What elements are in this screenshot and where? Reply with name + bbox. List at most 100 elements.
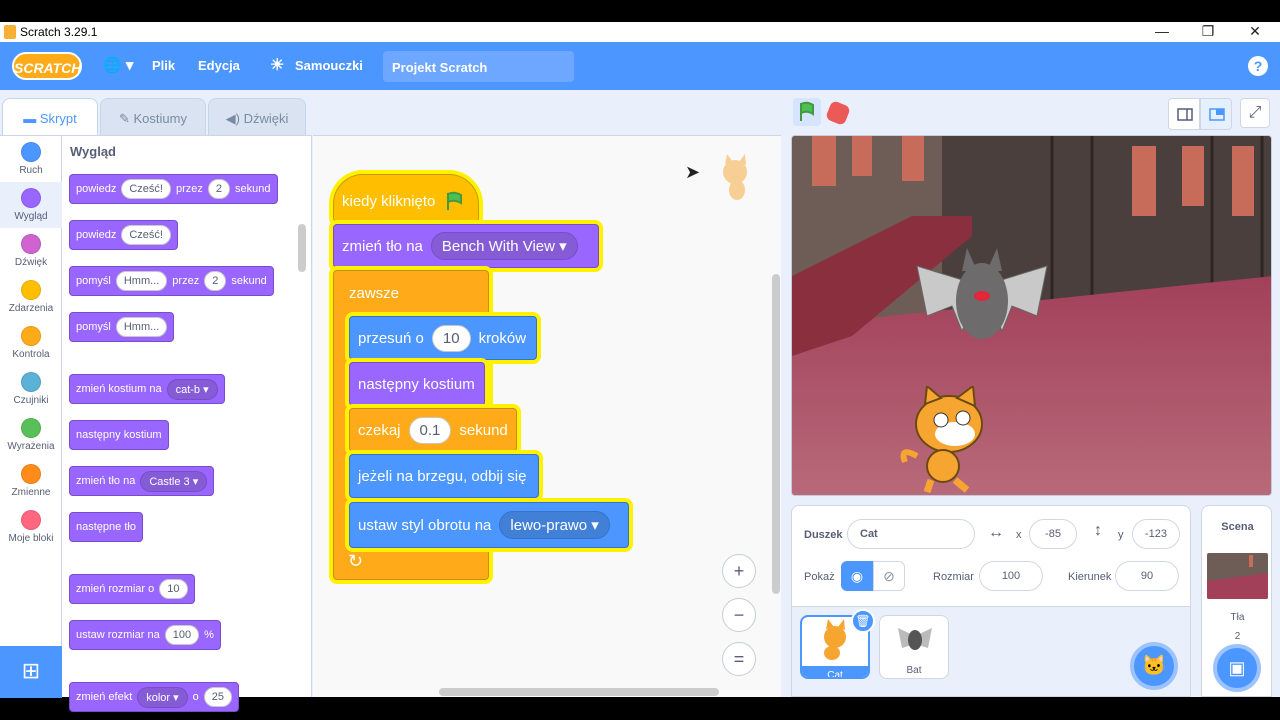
wait-input[interactable]: 0.1 <box>408 416 452 444</box>
project-title-input[interactable]: Projekt Scratch <box>383 51 574 82</box>
bat-sprite[interactable] <box>907 246 1057 356</box>
cat-sprite[interactable] <box>897 386 997 496</box>
zoom-out-button[interactable]: − <box>722 598 756 632</box>
category-label: Czujniki <box>13 395 49 406</box>
block-think[interactable]: pomyśl Hmm... <box>69 312 175 342</box>
brush-icon: ✎ <box>119 111 134 126</box>
block-input[interactable]: 100 <box>164 625 200 645</box>
block-dropdown[interactable]: kolor ▾ <box>137 686 188 708</box>
loop-arrow-icon: ↻ <box>348 551 364 571</box>
hide-eye-slash-icon[interactable]: ⊘ <box>873 561 905 591</box>
add-extension-button[interactable]: ⊞ <box>0 646 62 698</box>
menu-edit[interactable]: Edycja <box>198 58 240 73</box>
variables-dot-icon <box>21 464 41 484</box>
zoom-reset-button[interactable]: = <box>722 642 756 676</box>
block-next-costume[interactable]: następny kostium <box>69 420 169 450</box>
y-input[interactable]: -123 <box>1132 519 1180 549</box>
block-input[interactable]: 2 <box>204 271 227 291</box>
backdrop-thumbnail[interactable] <box>1207 553 1268 599</box>
category-events[interactable]: Zdarzenia <box>0 280 62 314</box>
category-sensing[interactable]: Czujniki <box>0 372 62 406</box>
stop-button[interactable] <box>824 99 852 127</box>
normal-stage-button[interactable] <box>1200 98 1232 130</box>
control-dot-icon <box>21 326 41 346</box>
palette-scrollbar[interactable] <box>298 224 306 272</box>
menu-file[interactable]: Plik <box>152 58 175 73</box>
block-if-on-edge-bounce[interactable]: jeżeli na brzegu, odbij się <box>349 454 539 498</box>
rotation-style-dropdown[interactable]: lewo-prawo ▾ <box>499 511 610 539</box>
category-looks[interactable]: Wygląd <box>0 182 62 228</box>
small-stage-button[interactable] <box>1168 98 1200 130</box>
restore-button[interactable]: ❐ <box>1198 23 1218 40</box>
block-think-for-secs[interactable]: pomyśl Hmm... przez 2 sekund <box>69 266 274 296</box>
block-dropdown[interactable]: Castle 3 ▾ <box>140 470 208 492</box>
block-text: zmień tło na <box>342 237 423 255</box>
block-say[interactable]: powiedz Cześć! <box>69 220 178 250</box>
category-variables[interactable]: Zmienne <box>0 464 62 498</box>
block-input[interactable]: Cześć! <box>121 179 171 199</box>
block-set-size[interactable]: ustaw rozmiar na 100% <box>69 620 221 650</box>
script-vertical-scrollbar[interactable] <box>772 274 780 594</box>
block-say-for-secs[interactable]: powiedz Cześć! przez 2 sekund <box>69 174 278 204</box>
block-change-effect[interactable]: zmień efekt kolor ▾ o 25 <box>69 682 240 712</box>
size-input[interactable]: 100 <box>979 561 1043 591</box>
move-steps-input[interactable]: 10 <box>431 324 471 352</box>
block-change-size[interactable]: zmień rozmiar o 10 <box>69 574 195 604</box>
language-globe-icon[interactable]: 🌐 ▾ <box>103 56 133 74</box>
block-when-flag-clicked[interactable]: kiedy kliknięto <box>333 174 479 222</box>
block-set-rotation-style[interactable]: ustaw styl obrotu na lewo-prawo ▾ <box>349 502 629 548</box>
block-input[interactable]: 2 <box>207 179 231 199</box>
block-input[interactable]: 25 <box>203 687 233 707</box>
block-input[interactable]: Hmm... <box>115 271 168 291</box>
minimize-button[interactable]: — <box>1152 23 1172 39</box>
tab-sounds[interactable]: ◀) Dźwięki <box>208 98 306 136</box>
block-switch-costume[interactable]: zmień kostium na cat-b ▾ <box>69 374 225 404</box>
block-wait[interactable]: czekaj 0.1 sekund <box>349 408 517 452</box>
block-text: zmień efekt <box>76 691 133 703</box>
direction-input[interactable]: 90 <box>1115 561 1179 591</box>
motion-dot-icon <box>21 142 41 162</box>
block-switch-backdrop[interactable]: zmień tło na Bench With View ▾ <box>333 224 599 268</box>
block-input[interactable]: Cześć! <box>121 225 171 245</box>
fullscreen-icon[interactable]: ⤢ <box>1240 98 1270 128</box>
backdrop-dropdown[interactable]: Bench With View ▾ <box>430 232 578 260</box>
scratch-logo[interactable]: SCRATCH <box>12 52 82 80</box>
block-next-backdrop[interactable]: następne tło <box>69 512 143 542</box>
sprite-tile-bat[interactable]: Bat <box>879 615 949 679</box>
add-sprite-cat-icon[interactable]: 🐱 <box>1130 642 1178 690</box>
category-operators[interactable]: Wyrażenia <box>0 418 62 452</box>
bat-thumbnail-icon <box>898 628 932 650</box>
add-backdrop-image-icon[interactable]: ▣ <box>1213 644 1261 692</box>
delete-sprite-trash-icon[interactable]: 🗑 <box>851 609 875 633</box>
add-extension-icon: ⊞ <box>21 658 41 683</box>
show-visible-eye-icon[interactable]: ◉ <box>841 561 873 591</box>
block-next-costume[interactable]: następny kostium <box>349 362 485 406</box>
block-move-steps[interactable]: przesuń o 10 kroków <box>349 316 537 360</box>
block-input[interactable]: 10 <box>159 579 188 599</box>
category-control[interactable]: Kontrola <box>0 326 62 360</box>
green-flag-button[interactable] <box>793 98 821 126</box>
stage-label: Scena <box>1221 521 1254 533</box>
x-input[interactable]: -85 <box>1029 519 1077 549</box>
help-icon[interactable]: ? <box>1248 56 1268 76</box>
stage-canvas[interactable] <box>791 135 1272 496</box>
category-label: Zdarzenia <box>8 303 54 314</box>
tab-code[interactable]: ▬ Skrypt <box>2 98 98 137</box>
window-title: Scratch 3.29.1 <box>20 25 98 39</box>
category-label: Zmienne <box>11 487 51 498</box>
category-motion[interactable]: Ruch <box>0 142 62 176</box>
category-sound[interactable]: Dźwięk <box>0 234 62 268</box>
block-switch-backdrop[interactable]: zmień tło na Castle 3 ▾ <box>69 466 215 496</box>
tab-costumes[interactable]: ✎ Kostiumy <box>100 98 206 136</box>
sprite-name-input[interactable]: Cat <box>847 519 975 549</box>
zoom-in-button[interactable]: + <box>722 554 756 588</box>
menu-tutorials[interactable]: Samouczki <box>295 58 363 73</box>
block-input[interactable]: Hmm... <box>115 317 168 337</box>
small-stage-icon <box>1177 108 1193 121</box>
category-myblocks[interactable]: Moje bloki <box>0 510 62 544</box>
block-text: powiedz <box>76 229 117 241</box>
script-horizontal-scrollbar[interactable] <box>439 688 719 696</box>
speaker-icon: ◀) <box>225 111 244 126</box>
block-dropdown[interactable]: cat-b ▾ <box>166 378 218 400</box>
close-button[interactable]: ✕ <box>1245 23 1265 40</box>
